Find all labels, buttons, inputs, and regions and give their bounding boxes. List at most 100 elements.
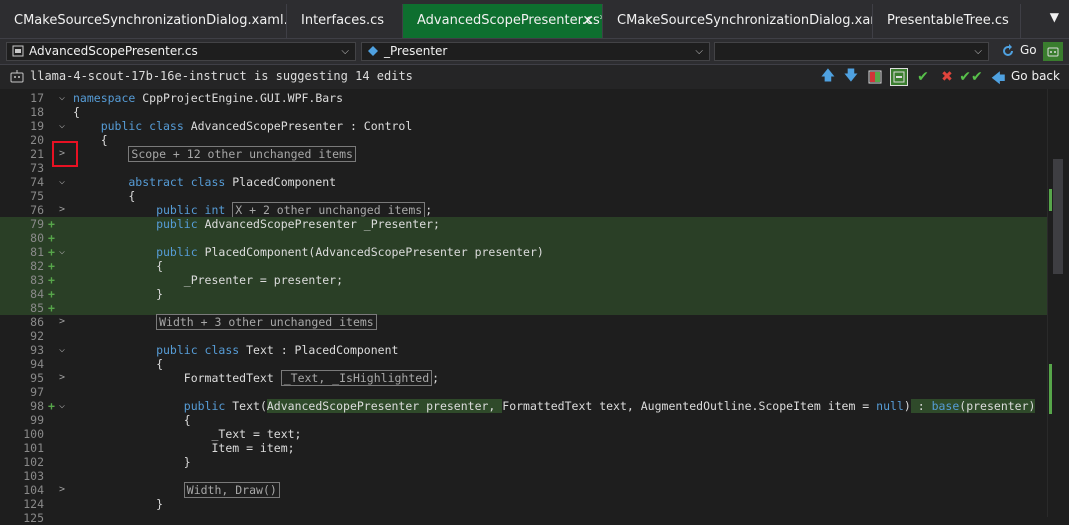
code-line[interactable]: 73 — [0, 161, 1048, 175]
robot-icon — [1047, 47, 1059, 56]
reject-icon[interactable]: ✖ — [938, 68, 956, 86]
code-line[interactable]: 79 + public AdvancedScopePresenter _Prese… — [0, 217, 1048, 231]
tab-cmake-dialog-xaml-cs[interactable]: CMakeSourceSynchronizationDialog.xaml.cs — [0, 4, 287, 38]
line-number: 21 — [30, 147, 44, 161]
tab-cmake-dialog-xaml[interactable]: CMakeSourceSynchronizationDialog.xaml — [603, 4, 873, 38]
code-line[interactable]: 125 — [0, 511, 1048, 525]
code-line[interactable]: 81 + ⌵ public PlacedComponent(AdvancedScop… — [0, 245, 1048, 259]
code-line[interactable]: 92 — [0, 329, 1048, 343]
code-line[interactable]: 98 + ⌵ public Text(AdvancedScopePresenter … — [0, 399, 1048, 413]
expand-chevron-icon[interactable]: > — [59, 203, 65, 217]
code-line[interactable]: 97 — [0, 385, 1048, 399]
code-text: public class Text : PlacedComponent — [73, 343, 398, 357]
code-line[interactable]: 17 ⌵ namespace CppProjectEngine.GUI.WPF.Ba… — [0, 91, 1048, 105]
code-token: { — [73, 189, 136, 203]
collapse-chevron-icon[interactable]: ⌵ — [59, 245, 65, 259]
code-token: namespace — [73, 91, 143, 105]
up-arrow-icon[interactable]: 🡅 — [819, 68, 837, 86]
refresh-icon[interactable] — [1001, 44, 1015, 58]
code-line[interactable]: 21 > Scope + 12 other unchanged items — [0, 146, 1048, 162]
code-line[interactable]: 80 + — [0, 231, 1048, 245]
expand-chevron-icon[interactable]: > — [59, 483, 65, 497]
accept-icon[interactable]: ✔ — [914, 68, 932, 86]
code-line[interactable]: 74 ⌵ abstract class PlacedComponent — [0, 175, 1048, 189]
tab-label: Interfaces.cs — [301, 13, 385, 28]
code-line[interactable]: 93 ⌵ public class Text : PlacedComponent — [0, 343, 1048, 357]
code-line[interactable]: 83 + _Presenter = presenter; — [0, 273, 1048, 287]
code-line[interactable]: 94 { — [0, 357, 1048, 371]
code-line[interactable]: 20 { — [0, 133, 1048, 147]
code-line[interactable]: 84 + } — [0, 287, 1048, 301]
vertical-scrollbar[interactable] — [1047, 89, 1069, 517]
collapse-chevron-icon[interactable]: ⌵ — [59, 175, 65, 189]
collapse-chevron-icon[interactable]: ⌵ — [59, 91, 65, 105]
code-token: public — [73, 217, 205, 231]
code-line[interactable]: 103 — [0, 469, 1048, 483]
ai-assist-button[interactable] — [1043, 42, 1063, 61]
code-line[interactable]: 76 > public int X + 2 other unchanged ite… — [0, 202, 1048, 218]
collapsed-region[interactable]: Width, Draw() — [183, 482, 280, 498]
down-arrow-icon[interactable]: 🡇 — [842, 68, 860, 86]
file-combo[interactable]: AdvancedScopePresenter.cs ⌵ — [6, 42, 356, 61]
code-line[interactable]: 86 > Width + 3 other unchanged items — [0, 314, 1048, 330]
tab-interfaces-cs[interactable]: Interfaces.cs — [287, 4, 403, 38]
expand-chevron-icon[interactable]: > — [59, 315, 65, 329]
code-token: { — [73, 413, 191, 427]
inline-view-icon[interactable] — [890, 68, 908, 86]
accept-all-icon[interactable]: ✔✔ — [959, 68, 982, 86]
go-back-button[interactable]: Go back — [1011, 69, 1060, 83]
expand-chevron-icon[interactable]: > — [59, 371, 65, 385]
collapse-chevron-icon[interactable]: ⌵ — [59, 399, 65, 413]
code-editor[interactable]: 17 ⌵ namespace CppProjectEngine.GUI.WPF.Ba… — [0, 89, 1069, 525]
added-line-marker: + — [48, 287, 55, 301]
scrollbar-thumb[interactable] — [1053, 159, 1063, 274]
line-number: 79 — [30, 217, 44, 231]
collapse-chevron-icon[interactable]: ⌵ — [59, 343, 65, 357]
code-text: FormattedText _Text, _IsHighlighted; — [73, 370, 439, 386]
tab-advanced-scope-presenter-cs[interactable]: AdvancedScopePresenter.cs* ✕ — [403, 4, 603, 38]
code-text: Scope + 12 other unchanged items — [73, 146, 356, 162]
chevron-down-icon: ⌵ — [974, 46, 982, 57]
change-marker — [1049, 364, 1052, 414]
collapse-chevron-icon[interactable]: ⌵ — [59, 119, 65, 133]
code-text: Item = item; — [73, 441, 294, 455]
code-token: } — [73, 497, 164, 511]
code-line[interactable]: 75 { — [0, 189, 1048, 203]
code-token: _Text = text; — [73, 427, 302, 441]
code-line[interactable]: 85 + — [0, 301, 1048, 315]
member-combo[interactable]: _Presenter ⌵ — [361, 42, 710, 61]
code-token: public — [73, 245, 205, 259]
code-line[interactable]: 99 { — [0, 413, 1048, 427]
code-line[interactable]: 124 } — [0, 497, 1048, 511]
line-number: 101 — [23, 441, 44, 455]
code-token: AdvancedScopePresenter presenter, — [266, 399, 503, 413]
code-text: } — [73, 497, 163, 511]
line-number: 98 — [30, 399, 44, 413]
collapsed-region[interactable]: Scope + 12 other unchanged items — [128, 146, 356, 162]
go-button[interactable]: Go — [1020, 43, 1037, 57]
code-line[interactable]: 18 { — [0, 105, 1048, 119]
code-token: { — [73, 105, 80, 119]
diff-view-icon[interactable] — [866, 68, 884, 86]
line-number: 125 — [23, 511, 44, 525]
code-line[interactable]: 102 } — [0, 455, 1048, 469]
tab-label: AdvancedScopePresenter.cs* — [417, 13, 603, 28]
tab-presentable-tree-cs[interactable]: PresentableTree.cs — [873, 4, 1021, 38]
collapsed-region[interactable]: Width + 3 other unchanged items — [156, 314, 377, 330]
code-line[interactable]: 100 _Text = text; — [0, 427, 1048, 441]
code-line[interactable]: 104 > Width, Draw() — [0, 482, 1048, 498]
code-token: public int — [73, 203, 233, 217]
third-combo[interactable]: ⌵ — [714, 42, 989, 61]
code-text: { — [73, 133, 108, 147]
code-line[interactable]: 95 > FormattedText _Text, _IsHighlighted; — [0, 370, 1048, 386]
collapsed-region[interactable]: _Text, _IsHighlighted — [280, 370, 433, 386]
code-line[interactable]: 19 ⌵ public class AdvancedScopePresenter … — [0, 119, 1048, 133]
code-line[interactable]: 82 + { — [0, 259, 1048, 273]
tab-list-dropdown-icon[interactable]: ▼ — [1050, 10, 1059, 24]
code-line[interactable]: 101 Item = item; — [0, 441, 1048, 455]
close-icon[interactable]: ✕ — [582, 4, 594, 38]
line-number: 20 — [30, 133, 44, 147]
tab-label: CMakeSourceSynchronizationDialog.xaml.cs — [14, 13, 287, 28]
chevron-down-icon: ⌵ — [341, 46, 349, 57]
collapsed-region[interactable]: X + 2 other unchanged items — [232, 202, 426, 218]
